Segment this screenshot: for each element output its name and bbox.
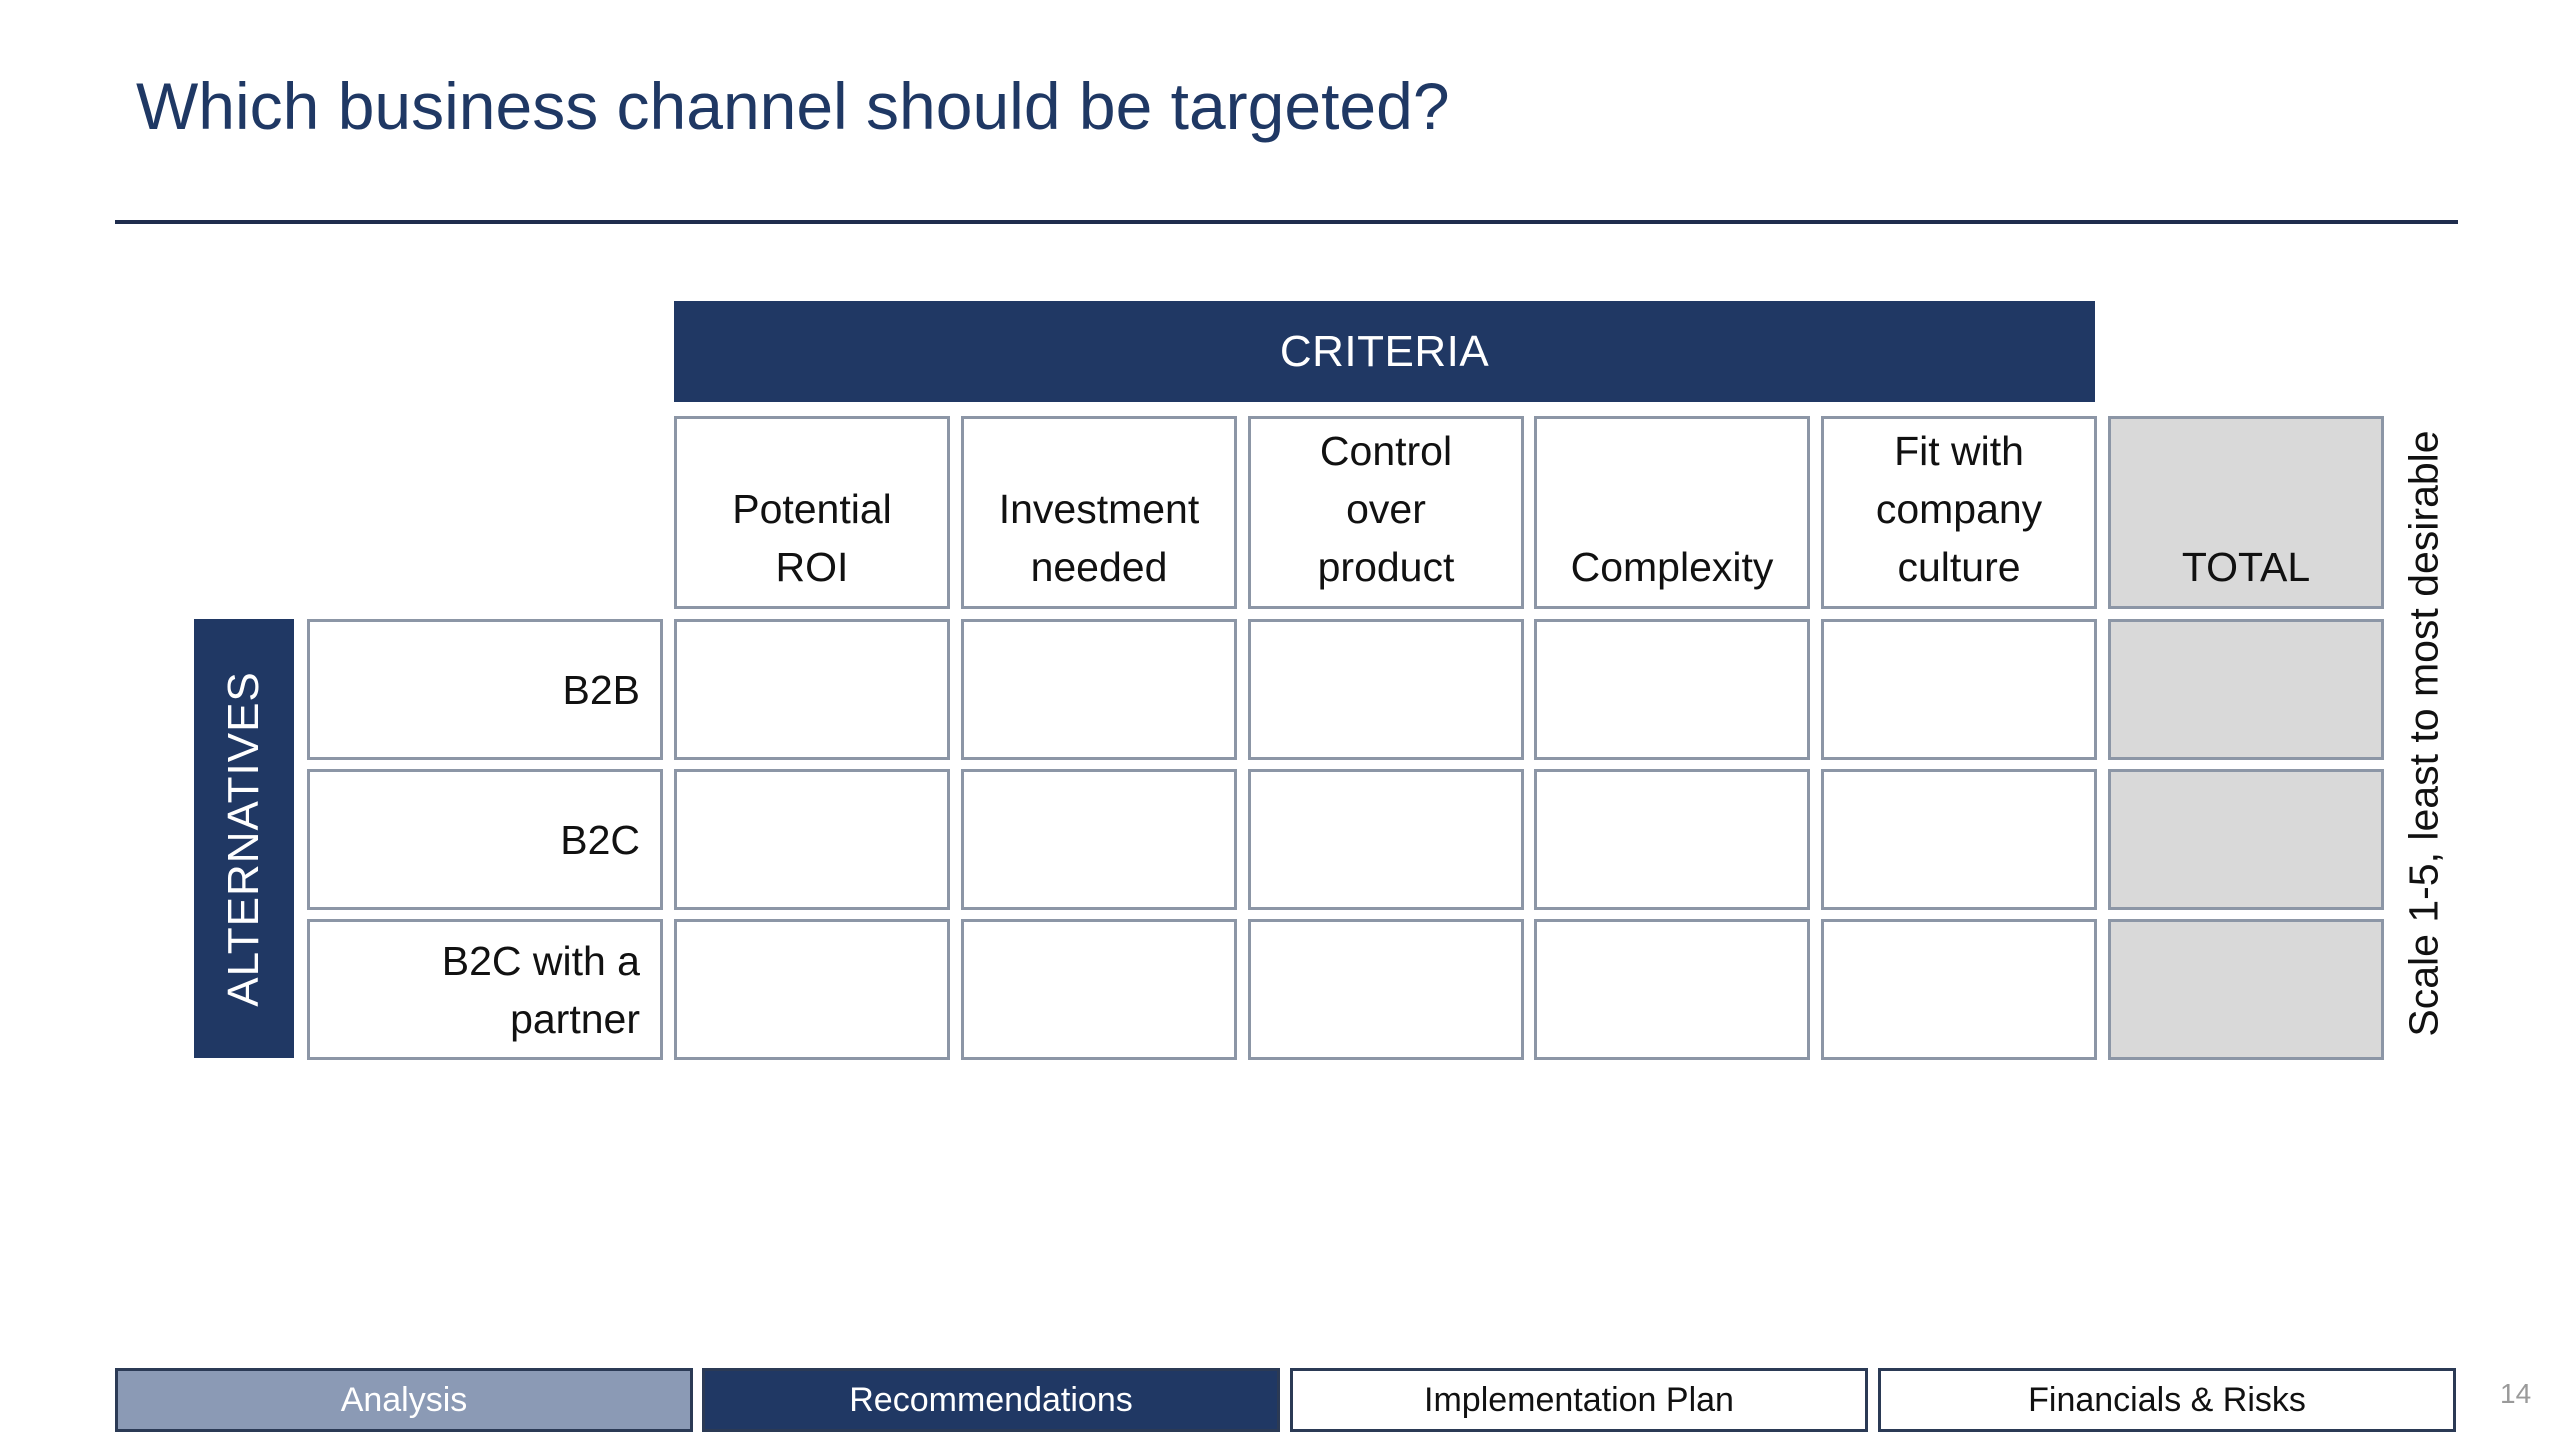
score-cell[interactable]	[961, 619, 1237, 760]
criteria-header-cell: Control over product	[1248, 416, 1524, 609]
score-cell[interactable]	[1248, 619, 1524, 760]
criteria-label: Control over product	[1317, 428, 1455, 590]
score-cell[interactable]	[1821, 919, 2097, 1060]
criteria-label: Investment needed	[998, 486, 1200, 590]
nav-tab-analysis[interactable]: Analysis	[115, 1368, 693, 1432]
score-cell[interactable]	[1821, 769, 2097, 910]
criteria-total-header: TOTAL	[2108, 416, 2384, 609]
scale-note: Scale 1-5, least to most desirable	[2395, 412, 2453, 1055]
criteria-header-cell: Complexity	[1534, 416, 1810, 609]
nav-tab-label: Implementation Plan	[1424, 1380, 1734, 1419]
score-cell[interactable]	[674, 619, 950, 760]
criteria-header-cell: Fit with company culture	[1821, 416, 2097, 609]
scale-note-label: Scale 1-5, least to most desirable	[2400, 430, 2447, 1037]
score-cell[interactable]	[674, 919, 950, 1060]
criteria-header-cell: Investment needed	[961, 416, 1237, 609]
criteria-label: TOTAL	[2181, 544, 2311, 590]
score-cell[interactable]	[674, 769, 950, 910]
alternative-label: B2C	[560, 816, 640, 863]
score-cell[interactable]	[961, 919, 1237, 1060]
score-cell[interactable]	[1534, 919, 1810, 1060]
title-divider	[115, 220, 2458, 224]
score-cell[interactable]	[961, 769, 1237, 910]
alternatives-header-label: ALTERNATIVES	[219, 670, 268, 1007]
total-score-cell[interactable]	[2108, 619, 2384, 760]
criteria-header-cell: Potential ROI	[674, 416, 950, 609]
criteria-header-label: CRITERIA	[1279, 326, 1490, 376]
score-cell[interactable]	[1248, 769, 1524, 910]
alternatives-header: ALTERNATIVES	[194, 619, 294, 1058]
alternative-label-cell: B2C	[307, 769, 663, 910]
nav-tab-recommendations[interactable]: Recommendations	[702, 1368, 1280, 1432]
page-number: 14	[2500, 1378, 2532, 1409]
alternative-label: B2C with a partner	[441, 937, 640, 1042]
score-cell[interactable]	[1821, 619, 2097, 760]
slide-title: Which business channel should be targete…	[136, 69, 1450, 143]
nav-tab-financials-risks[interactable]: Financials & Risks	[1878, 1368, 2456, 1432]
alternative-label: B2B	[562, 666, 641, 713]
nav-tab-label: Financials & Risks	[2028, 1380, 2306, 1419]
criteria-label: Complexity	[1570, 544, 1774, 590]
criteria-label: Potential ROI	[732, 486, 892, 590]
score-cell[interactable]	[1534, 619, 1810, 760]
total-score-cell[interactable]	[2108, 769, 2384, 910]
criteria-label: Fit with company culture	[1875, 428, 2043, 590]
alternative-label-cell: B2B	[307, 619, 663, 760]
total-score-cell[interactable]	[2108, 919, 2384, 1060]
alternative-label-cell: B2C with a partner	[307, 919, 663, 1060]
criteria-header: CRITERIA	[674, 301, 2095, 402]
score-cell[interactable]	[1248, 919, 1524, 1060]
nav-tab-implementation-plan[interactable]: Implementation Plan	[1290, 1368, 1868, 1432]
score-cell[interactable]	[1534, 769, 1810, 910]
nav-tab-label: Analysis	[340, 1380, 468, 1419]
nav-tab-label: Recommendations	[849, 1380, 1133, 1419]
